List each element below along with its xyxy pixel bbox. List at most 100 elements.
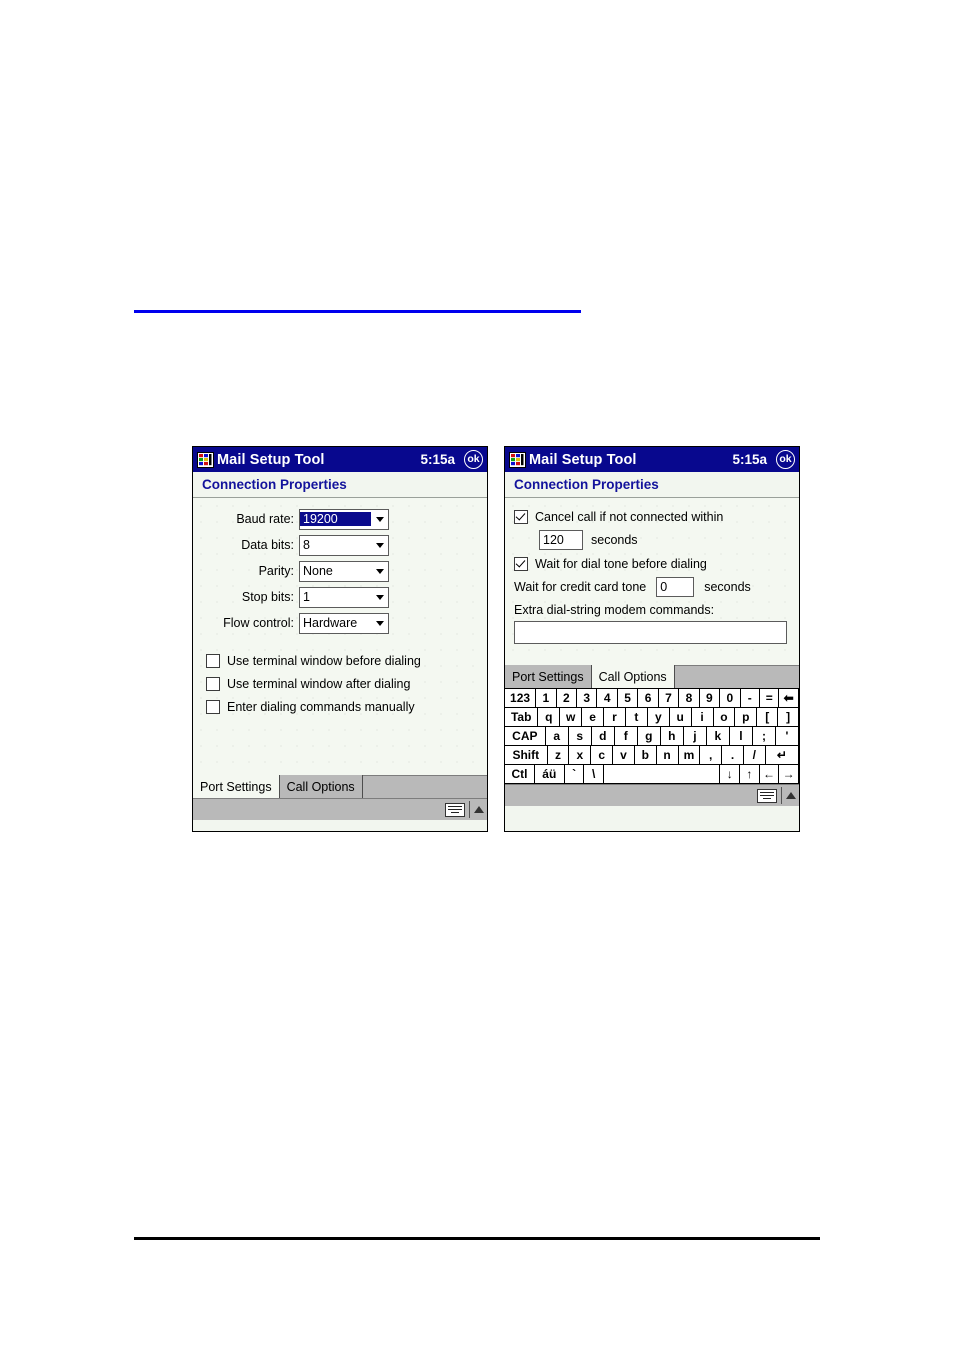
key-semicolon[interactable]: ; — [752, 727, 776, 746]
key-w[interactable]: w — [560, 708, 583, 727]
key-backtick[interactable]: ` — [564, 765, 585, 784]
combo-data-bits[interactable]: 8 — [299, 534, 389, 556]
checkbox-terminal-after[interactable] — [206, 676, 220, 691]
key-6[interactable]: 6 — [638, 689, 659, 708]
key-a[interactable]: a — [545, 727, 569, 746]
key-t[interactable]: t — [625, 708, 648, 727]
key-arrow-up-icon[interactable]: ↑ — [740, 765, 760, 784]
keyboard-row-bottom: Shift z x c v b n m , . / ↵ — [505, 746, 800, 765]
key-q[interactable]: q — [538, 708, 561, 727]
key-bracket-left[interactable]: [ — [757, 708, 779, 727]
key-cap[interactable]: CAP — [505, 727, 546, 746]
key-4[interactable]: 4 — [597, 689, 618, 708]
chevron-down-icon[interactable] — [371, 510, 388, 529]
key-arrow-right-icon[interactable]: → — [779, 765, 799, 784]
key-slash[interactable]: / — [743, 746, 766, 765]
key-k[interactable]: k — [706, 727, 730, 746]
key-8[interactable]: 8 — [679, 689, 700, 708]
soft-keyboard-icon[interactable] — [756, 788, 777, 803]
field-row-flow-control: Flow control: Hardware — [193, 612, 487, 634]
chevron-down-icon[interactable] — [371, 562, 388, 581]
key-123[interactable]: 123 — [505, 689, 537, 708]
soft-keyboard[interactable]: 123 1 2 3 4 5 6 7 8 9 0 - = ⬅ Tab q w e … — [505, 688, 800, 784]
chevron-down-icon[interactable] — [371, 614, 388, 633]
key-g[interactable]: g — [637, 727, 661, 746]
key-n[interactable]: n — [656, 746, 679, 765]
combo-stop-bits[interactable]: 1 — [299, 586, 389, 608]
key-3[interactable]: 3 — [577, 689, 598, 708]
key-minus[interactable]: - — [740, 689, 760, 708]
key-arrow-down-icon[interactable]: ↓ — [720, 765, 741, 784]
key-tab[interactable]: Tab — [505, 708, 539, 727]
combo-parity[interactable]: None — [299, 560, 389, 582]
key-comma[interactable]: , — [700, 746, 723, 765]
key-space[interactable] — [604, 765, 721, 784]
input-credit-card-tone[interactable]: 0 — [656, 577, 695, 597]
checkbox-dial-tone[interactable] — [514, 556, 528, 571]
checkbox-row-cancel-call[interactable]: Cancel call if not connected within — [505, 505, 799, 528]
tab-port-settings[interactable]: Port Settings — [193, 775, 280, 798]
key-arrow-left-icon[interactable]: ← — [759, 765, 780, 784]
chevron-up-icon[interactable] — [474, 806, 484, 813]
combo-baud-rate[interactable]: 19200 — [299, 508, 389, 530]
key-0[interactable]: 0 — [720, 689, 741, 708]
key-backspace-icon[interactable]: ⬅ — [779, 689, 799, 708]
key-u[interactable]: u — [669, 708, 692, 727]
key-r[interactable]: r — [604, 708, 626, 727]
tab-call-options[interactable]: Call Options — [591, 665, 675, 688]
key-9[interactable]: 9 — [699, 689, 721, 708]
key-7[interactable]: 7 — [658, 689, 680, 708]
key-h[interactable]: h — [660, 727, 684, 746]
input-cancel-seconds[interactable]: 120 — [539, 530, 583, 550]
key-shift[interactable]: Shift — [505, 746, 548, 765]
key-j[interactable]: j — [683, 727, 707, 746]
checkbox-manual-dialing[interactable] — [206, 699, 220, 714]
chevron-down-icon[interactable] — [371, 588, 388, 607]
key-i[interactable]: i — [691, 708, 714, 727]
chevron-down-icon[interactable] — [371, 536, 388, 555]
key-c[interactable]: c — [591, 746, 614, 765]
checkbox-row-manual-dialing[interactable]: Enter dialing commands manually — [193, 695, 487, 718]
key-v[interactable]: v — [613, 746, 635, 765]
key-x[interactable]: x — [569, 746, 592, 765]
key-bracket-right[interactable]: ] — [778, 708, 799, 727]
chevron-up-icon[interactable] — [786, 792, 796, 799]
checkbox-terminal-before[interactable] — [206, 653, 220, 668]
key-equals[interactable]: = — [759, 689, 780, 708]
key-f[interactable]: f — [614, 727, 638, 746]
status-bar — [505, 784, 799, 806]
combo-value-parity: None — [303, 564, 333, 578]
key-1[interactable]: 1 — [536, 689, 557, 708]
combo-flow-control[interactable]: Hardware — [299, 612, 389, 634]
key-o[interactable]: o — [713, 708, 736, 727]
key-backslash[interactable]: \ — [584, 765, 604, 784]
key-ctl[interactable]: Ctl — [505, 765, 535, 784]
key-d[interactable]: d — [591, 727, 615, 746]
key-period[interactable]: . — [722, 746, 744, 765]
form-client-area: Cancel call if not connected within 120 … — [505, 498, 799, 665]
key-e[interactable]: e — [582, 708, 605, 727]
key-accents[interactable]: áü — [534, 765, 565, 784]
checkbox-row-terminal-before[interactable]: Use terminal window before dialing — [193, 649, 487, 672]
field-row-stop-bits: Stop bits: 1 — [193, 586, 487, 608]
input-extra-commands[interactable] — [514, 621, 787, 644]
key-z[interactable]: z — [547, 746, 570, 765]
checkbox-cancel-call[interactable] — [514, 509, 528, 524]
tab-call-options[interactable]: Call Options — [279, 775, 363, 798]
key-2[interactable]: 2 — [556, 689, 578, 708]
key-5[interactable]: 5 — [617, 689, 639, 708]
key-m[interactable]: m — [678, 746, 701, 765]
key-b[interactable]: b — [634, 746, 657, 765]
checkbox-row-terminal-after[interactable]: Use terminal window after dialing — [193, 672, 487, 695]
key-y[interactable]: y — [647, 708, 670, 727]
key-apostrophe[interactable]: ' — [775, 727, 799, 746]
key-l[interactable]: l — [729, 727, 753, 746]
ok-button[interactable]: ok — [776, 450, 795, 469]
soft-keyboard-icon[interactable] — [444, 802, 465, 817]
checkbox-row-dial-tone[interactable]: Wait for dial tone before dialing — [505, 552, 799, 575]
key-p[interactable]: p — [735, 708, 758, 727]
key-enter-icon[interactable]: ↵ — [765, 746, 800, 765]
key-s[interactable]: s — [568, 727, 592, 746]
ok-button[interactable]: ok — [464, 450, 483, 469]
tab-port-settings[interactable]: Port Settings — [505, 665, 592, 688]
